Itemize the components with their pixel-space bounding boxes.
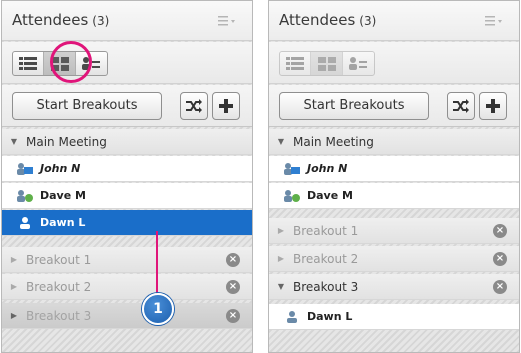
role-view-button[interactable] <box>343 52 374 75</box>
shuffle-icon <box>453 99 469 113</box>
attendee-row-dawn[interactable]: Dawn L <box>2 210 252 236</box>
panel-header: Attendees (3) <box>269 1 519 41</box>
person-list-icon <box>349 56 368 70</box>
attendee-row-dave[interactable]: Dave M <box>269 183 519 209</box>
list-view-button[interactable] <box>13 52 45 75</box>
group-label: Breakout 1 <box>26 252 92 267</box>
plus-icon <box>486 99 500 113</box>
shuffle-button[interactable] <box>447 92 475 120</box>
remove-breakout-icon[interactable]: × <box>493 280 507 294</box>
panel-menu-icon[interactable] <box>483 14 505 28</box>
remove-breakout-icon[interactable]: × <box>493 252 507 266</box>
expand-triangle-icon[interactable]: ▼ <box>269 282 293 291</box>
main-meeting-group[interactable]: ▼ Main Meeting <box>2 129 252 155</box>
collapse-triangle-icon[interactable]: ▶ <box>2 311 26 320</box>
remove-breakout-icon[interactable]: × <box>226 253 240 267</box>
group-label: Breakout 1 <box>293 223 359 238</box>
attendee-name: John N <box>307 162 348 175</box>
attendee-name: Dawn L <box>40 216 86 229</box>
breakout-actions: Start Breakouts <box>269 85 519 127</box>
shuffle-icon <box>186 99 202 113</box>
panel-header: Attendees (3) <box>2 1 252 41</box>
breakout-view-button[interactable] <box>311 52 343 75</box>
start-breakouts-button[interactable]: Start Breakouts <box>279 92 429 120</box>
add-breakout-button[interactable] <box>212 92 240 120</box>
group-label: Breakout 3 <box>293 279 359 294</box>
breakout-3-group[interactable]: ▼ Breakout 3 × <box>269 274 519 300</box>
attendees-panel-left: Attendees (3) Start Breakouts ▼ Main Mee… <box>1 0 253 353</box>
participant-user-icon <box>277 310 307 324</box>
attendees-panel-right: Attendees (3) Start Breakouts ▼ Main Mee… <box>268 0 520 353</box>
host-user-icon <box>277 162 307 176</box>
breakout-1-group[interactable]: ▶ Breakout 1 × <box>2 247 252 273</box>
participant-user-icon <box>10 216 40 230</box>
presenter-user-icon <box>277 189 307 203</box>
shuffle-button[interactable] <box>180 92 208 120</box>
attendee-count: (3) <box>359 14 377 28</box>
breakout-actions: Start Breakouts <box>2 85 252 127</box>
attendee-name: John N <box>40 162 81 175</box>
list-view-button[interactable] <box>280 52 312 75</box>
main-meeting-group[interactable]: ▼ Main Meeting <box>269 129 519 155</box>
start-breakouts-button[interactable]: Start Breakouts <box>12 92 162 120</box>
presenter-user-icon <box>10 189 40 203</box>
attendee-name: Dave M <box>40 189 86 202</box>
attendee-row-john[interactable]: John N <box>269 156 519 182</box>
plus-icon <box>219 99 233 113</box>
breakout-3-group[interactable]: ▶ Breakout 3 × <box>2 303 252 329</box>
view-mode-selector <box>279 51 375 76</box>
list-view-icon <box>19 56 38 70</box>
add-breakout-button[interactable] <box>479 92 507 120</box>
attendee-row-john[interactable]: John N <box>2 156 252 182</box>
attendee-name: Dave M <box>307 189 353 202</box>
remove-breakout-icon[interactable]: × <box>226 309 240 323</box>
attendee-row-dave[interactable]: Dave M <box>2 183 252 209</box>
host-user-icon <box>10 162 40 176</box>
group-label: Main Meeting <box>293 134 374 149</box>
attendee-count: (3) <box>92 14 110 28</box>
group-label: Breakout 3 <box>26 308 92 323</box>
breakout-2-group[interactable]: ▶ Breakout 2 × <box>269 246 519 272</box>
attendee-row-dawn[interactable]: Dawn L <box>269 304 519 330</box>
highlight-ring <box>50 41 92 83</box>
remove-breakout-icon[interactable]: × <box>493 224 507 238</box>
view-toolbar <box>269 42 519 84</box>
expand-triangle-icon[interactable]: ▼ <box>2 137 26 146</box>
step-callout-badge: 1 <box>142 293 174 325</box>
group-label: Main Meeting <box>26 134 107 149</box>
collapse-triangle-icon[interactable]: ▶ <box>2 282 26 291</box>
collapse-triangle-icon[interactable]: ▶ <box>269 254 293 263</box>
panel-menu-icon[interactable] <box>216 14 238 28</box>
group-label: Breakout 2 <box>293 251 359 266</box>
collapse-triangle-icon[interactable]: ▶ <box>269 226 293 235</box>
attendee-name: Dawn L <box>307 310 353 323</box>
view-toolbar <box>2 42 252 84</box>
breakout-grid-icon <box>317 56 336 71</box>
remove-breakout-icon[interactable]: × <box>226 280 240 294</box>
breakout-1-group[interactable]: ▶ Breakout 1 × <box>269 218 519 244</box>
breakout-2-group[interactable]: ▶ Breakout 2 × <box>2 274 252 300</box>
group-label: Breakout 2 <box>26 279 92 294</box>
panel-title: Attendees (3) <box>12 11 110 29</box>
collapse-triangle-icon[interactable]: ▶ <box>2 255 26 264</box>
list-view-icon <box>286 56 305 70</box>
expand-triangle-icon[interactable]: ▼ <box>269 137 293 146</box>
panel-title: Attendees (3) <box>279 11 377 29</box>
